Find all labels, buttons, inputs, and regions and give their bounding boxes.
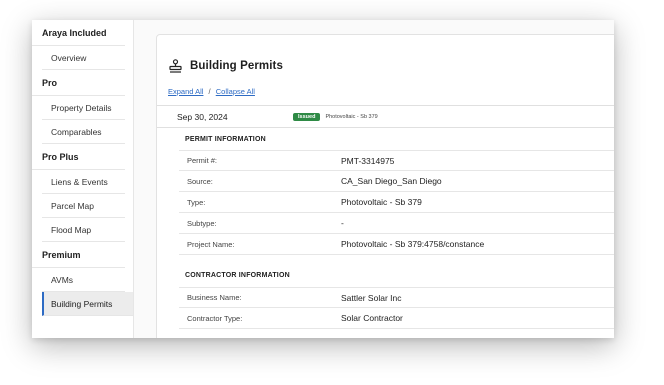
summary-divider [157, 127, 614, 128]
field-value: - [341, 218, 344, 228]
field-value: Photovoltaic - Sb 379:4758/constance [341, 239, 485, 249]
field-row-source: Source: CA_San Diego_San Diego [179, 171, 614, 192]
field-row-project-name: Project Name: Photovoltaic - Sb 379:4758… [179, 234, 614, 255]
status-badge: Issued [293, 113, 321, 121]
app-window: Araya Included Overview Pro Property Det… [32, 20, 614, 338]
sidebar-item-avms[interactable]: AVMs [42, 268, 125, 292]
permit-summary-row[interactable]: Sep 30, 2024 Issued Photovoltaic - Sb 37… [177, 112, 378, 122]
sidebar-item-property-details[interactable]: Property Details [42, 96, 125, 120]
field-row-subtype: Subtype: - [179, 213, 614, 234]
sidebar-item-overview[interactable]: Overview [42, 46, 125, 70]
sidebar-item-liens-events[interactable]: Liens & Events [42, 170, 125, 194]
expand-all-link[interactable]: Expand All [168, 87, 203, 96]
field-value: Solar Contractor [341, 313, 403, 323]
field-row-contractor-type: Contractor Type: Solar Contractor [179, 308, 614, 329]
sidebar: Araya Included Overview Pro Property Det… [32, 20, 134, 338]
field-row-business-name: Business Name: Sattler Solar Inc [179, 287, 614, 308]
field-label: Type: [187, 197, 206, 207]
permit-summary-type: Photovoltaic - Sb 379 [325, 114, 378, 120]
permit-date: Sep 30, 2024 [177, 112, 228, 122]
building-permits-card: Building Permits Expand All / Collapse A… [156, 34, 614, 338]
permit-information-heading: PERMIT INFORMATION [185, 136, 266, 143]
field-label: Source: [187, 176, 213, 186]
sidebar-item-flood-map[interactable]: Flood Map [42, 218, 125, 242]
link-separator: / [208, 87, 211, 96]
sidebar-section-araya-included: Araya Included [32, 20, 125, 46]
collapse-all-link[interactable]: Collapse All [216, 87, 255, 96]
field-row-type: Type: Photovoltaic - Sb 379 [179, 192, 614, 213]
main-content: Building Permits Expand All / Collapse A… [134, 20, 614, 338]
field-value: Photovoltaic - Sb 379 [341, 197, 422, 207]
sidebar-section-premium: Premium [32, 242, 125, 268]
page-title: Building Permits [190, 60, 283, 72]
field-label: Contractor Type: [187, 313, 243, 323]
sidebar-section-pro-plus: Pro Plus [32, 144, 125, 170]
expand-collapse-links: Expand All / Collapse All [168, 87, 255, 96]
field-row-permit-number: Permit #: PMT-3314975 [179, 150, 614, 171]
contractor-information-heading: CONTRACTOR INFORMATION [185, 272, 290, 279]
field-value: CA_San Diego_San Diego [341, 176, 442, 186]
sidebar-section-pro: Pro [32, 70, 125, 96]
field-label: Subtype: [187, 218, 217, 228]
card-header: Building Permits [169, 59, 283, 73]
field-value: PMT-3314975 [341, 155, 395, 166]
field-label: Project Name: [187, 239, 235, 249]
header-divider [157, 105, 614, 106]
stamp-icon [169, 59, 182, 73]
sidebar-item-comparables[interactable]: Comparables [42, 120, 125, 144]
field-value: Sattler Solar Inc [341, 292, 402, 303]
field-label: Permit #: [187, 156, 218, 165]
sidebar-item-building-permits[interactable]: Building Permits [42, 292, 133, 316]
sidebar-item-parcel-map[interactable]: Parcel Map [42, 194, 125, 218]
field-label: Business Name: [187, 293, 242, 302]
